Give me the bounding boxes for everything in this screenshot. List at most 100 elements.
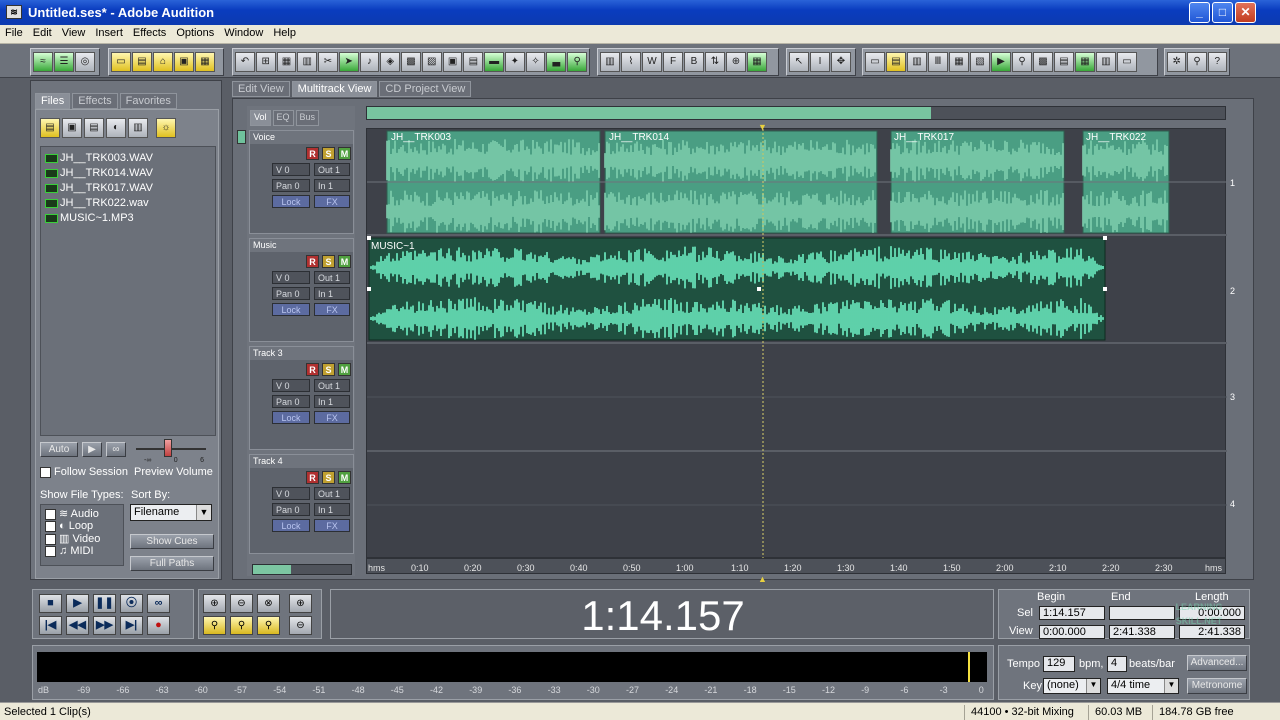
session-overview[interactable] (366, 106, 1226, 120)
sel-begin-field[interactable]: 1:14.157 (1039, 606, 1105, 620)
mute-button[interactable]: M (338, 147, 351, 160)
track-scroll-thumb[interactable] (253, 565, 291, 574)
tool-icon-10[interactable]: ▨ (421, 52, 442, 72)
help-icon[interactable]: ? (1207, 52, 1227, 72)
track-name[interactable]: Music (250, 239, 353, 252)
preview-play-icon[interactable]: ▶ (82, 442, 102, 457)
filetype-audio[interactable]: ✕ ≋ Audio (45, 507, 119, 520)
solo-button[interactable]: S (322, 255, 335, 268)
time-signature-dropdown[interactable]: 4/4 time ▼ (1107, 678, 1179, 694)
time-selection-icon[interactable]: I (810, 52, 830, 72)
settings-icon[interactable]: ✲ (1167, 52, 1187, 72)
track-name[interactable]: Track 4 (250, 455, 353, 468)
metronome-button[interactable]: Metronome (1187, 678, 1247, 694)
track-name[interactable]: Track 3 (250, 347, 353, 360)
pause-icon[interactable]: ❚❚ (93, 594, 116, 613)
tool-icon-13[interactable]: ▬ (484, 52, 504, 72)
tool-icon-16[interactable]: ▃ (546, 52, 567, 72)
menu-insert[interactable]: Insert (90, 25, 128, 39)
preview-loop-icon[interactable]: ∞ (106, 442, 126, 457)
open-append-icon[interactable]: ⌂ (153, 52, 173, 72)
file-item[interactable]: JH__TRK014.WAV (45, 166, 211, 181)
wet-icon[interactable]: W (642, 52, 662, 72)
zoom-out-vertical-icon[interactable]: ⊖ (289, 616, 312, 635)
lock-button[interactable]: Lock (272, 195, 310, 208)
beats-field[interactable]: 4 (1107, 656, 1127, 672)
file-item[interactable]: JH__TRK003.WAV (45, 151, 211, 166)
tab-files[interactable]: Files (35, 93, 71, 109)
output-field[interactable]: Out 1 (314, 271, 350, 284)
window-icon-4[interactable]: Ⅲ (928, 52, 948, 72)
record-icon[interactable]: ● (147, 616, 170, 635)
tool-icon-9[interactable]: ▩ (401, 52, 421, 72)
auto-play-button[interactable]: Auto (40, 442, 78, 457)
tab-effects[interactable]: Effects (72, 93, 118, 109)
open-file-icon[interactable]: ▤ (40, 118, 60, 138)
follow-session-checkbox[interactable]: ✔ Follow Session (40, 466, 128, 478)
input-field[interactable]: In 1 (314, 395, 350, 408)
advanced-button[interactable]: Advanced... (1187, 655, 1247, 671)
help-search-icon[interactable]: ⚲ (1187, 52, 1207, 72)
minimize-button[interactable]: _ (1189, 2, 1210, 23)
go-to-start-icon[interactable]: |◀ (39, 616, 62, 635)
record-arm-button[interactable]: R (306, 147, 319, 160)
fx-button[interactable]: FX (314, 411, 350, 424)
zoom-selection-icon[interactable]: ⚲ (257, 616, 280, 635)
zoom-left-icon[interactable]: ⚲ (203, 616, 226, 635)
fx-icon[interactable]: F (663, 52, 683, 72)
fx-button[interactable]: FX (314, 303, 350, 316)
file-item[interactable]: JH__TRK022.wav (45, 196, 211, 211)
zoom-out-icon[interactable]: ⊖ (230, 594, 253, 613)
tool-icon-12[interactable]: ▤ (463, 52, 484, 72)
show-cues-button[interactable]: Show Cues (130, 534, 214, 549)
overview-visible-range[interactable] (367, 107, 931, 119)
tab-vol[interactable]: Vol (250, 110, 271, 126)
tool-icon-17[interactable]: ⚲ (567, 52, 588, 72)
input-field[interactable]: In 1 (314, 179, 350, 192)
pan-field[interactable]: Pan 0 (272, 287, 310, 300)
window-icon-1[interactable]: ▭ (865, 52, 885, 72)
track-select-indicator[interactable] (237, 130, 246, 144)
view-begin-field[interactable]: 0:00.000 (1039, 625, 1105, 639)
tab-cd-project-view[interactable]: CD Project View (379, 81, 472, 97)
sort-by-dropdown[interactable]: Filename ▼ (130, 504, 212, 521)
playhead-bottom-marker[interactable]: ▲ (758, 574, 767, 584)
volume-field[interactable]: V 0 (272, 271, 310, 284)
pan-field[interactable]: Pan 0 (272, 395, 310, 408)
save-icon[interactable]: ▣ (174, 52, 194, 72)
fast-forward-icon[interactable]: ▶▶ (93, 616, 116, 635)
mix-icon[interactable]: ⊞ (255, 52, 276, 72)
playhead-top-marker[interactable]: ▼ (758, 122, 767, 132)
edit-file-icon[interactable]: ▥ (128, 118, 148, 138)
input-field[interactable]: In 1 (314, 287, 350, 300)
mute-button[interactable]: M (338, 471, 351, 484)
window-icon-8[interactable]: ⚲ (1012, 52, 1032, 72)
menu-options[interactable]: Options (171, 25, 219, 39)
insert-icon[interactable]: ◐ (106, 118, 126, 138)
tab-bus[interactable]: Bus (295, 110, 320, 126)
close-file-icon[interactable]: ▤ (84, 118, 104, 138)
window-icon-10[interactable]: ▤ (1054, 52, 1074, 72)
effect-icon-7[interactable]: ⊕ (726, 52, 746, 72)
zoom-right-icon[interactable]: ⚲ (230, 616, 253, 635)
preview-volume-slider[interactable] (164, 439, 172, 457)
solo-button[interactable]: S (322, 363, 335, 376)
split-icon[interactable]: ✂ (318, 52, 338, 72)
tool-icon-11[interactable]: ▣ (442, 52, 463, 72)
lock-button[interactable]: Lock (272, 519, 310, 532)
key-dropdown[interactable]: (none) ▼ (1043, 678, 1101, 694)
filetype-loop[interactable]: ✕ ◐ Loop (45, 520, 119, 532)
move-tool-icon[interactable]: ✥ (831, 52, 851, 72)
tool-icon-14[interactable]: ✦ (504, 52, 525, 72)
filetype-video[interactable]: ✕ ▥ Video (45, 532, 119, 545)
effect-icon-8[interactable]: ▦ (747, 52, 767, 72)
tool-icon-15[interactable]: ✧ (525, 52, 546, 72)
menu-view[interactable]: View (57, 25, 91, 39)
go-to-end-icon[interactable]: ▶| (120, 616, 143, 635)
tool-icon-8[interactable]: ◈ (380, 52, 401, 72)
tool-icon-3[interactable]: ▦ (276, 52, 297, 72)
bpm-icon[interactable]: B (684, 52, 704, 72)
window-icon-11[interactable]: ▦ (1075, 52, 1095, 72)
zoom-in-icon[interactable]: ⊕ (203, 594, 226, 613)
tempo-field[interactable]: 129 (1043, 656, 1075, 672)
